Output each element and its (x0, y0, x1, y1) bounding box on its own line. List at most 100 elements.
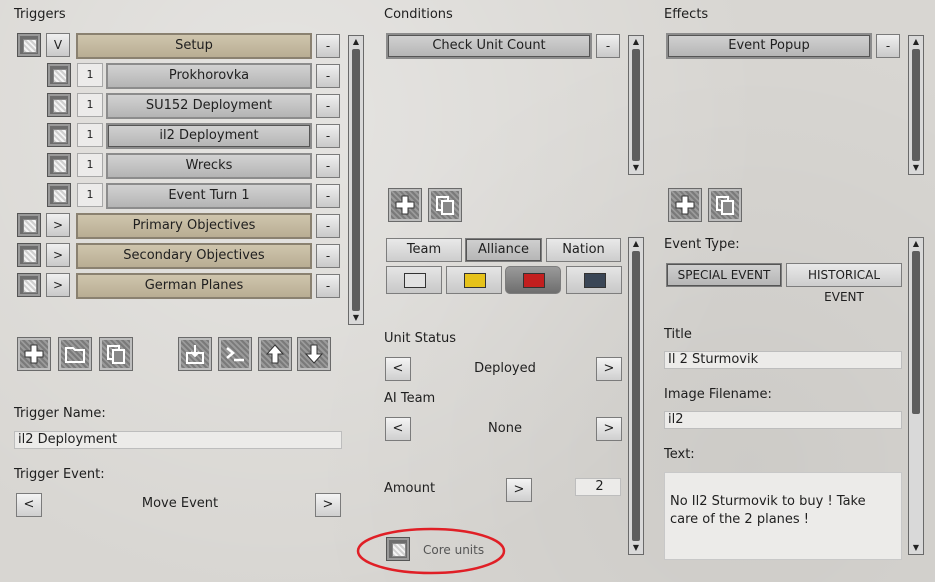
trigger-count: 1 (77, 123, 103, 147)
trigger-name-field[interactable]: il2 Deployment (14, 431, 342, 449)
trigger-group-item[interactable]: Setup (76, 33, 312, 59)
trigger-group-checkbox[interactable] (17, 273, 41, 297)
remove-trigger-button[interactable]: - (316, 64, 340, 88)
plus-icon (675, 195, 695, 215)
amount-increase-button[interactable]: > (506, 478, 532, 502)
scroll-down-arrow[interactable]: ▼ (629, 162, 643, 174)
event-type-special-button[interactable]: SPECIAL EVENT (666, 263, 782, 287)
ai-team-prev-button[interactable]: < (385, 417, 411, 441)
scroll-thumb[interactable] (632, 251, 640, 541)
trigger-item[interactable]: il2 Deployment (106, 123, 312, 149)
expand-group-button[interactable]: > (46, 243, 70, 267)
scroll-up-arrow[interactable]: ▲ (909, 36, 923, 48)
color-swatch (464, 273, 486, 288)
copy-condition-button[interactable] (428, 188, 462, 222)
unit-status-prev-button[interactable]: < (385, 357, 411, 381)
trigger-event-prev-button[interactable]: < (16, 493, 42, 517)
ai-team-next-button[interactable]: > (596, 417, 622, 441)
title-field[interactable]: Il 2 Sturmovik (664, 351, 902, 369)
event-type-historical-button[interactable]: HISTORICAL EVENT (786, 263, 902, 304)
trigger-checkbox[interactable] (47, 153, 71, 177)
text-area[interactable]: No Il2 Sturmovik to buy ! Take care of t… (664, 472, 902, 560)
copy-icon (436, 196, 454, 215)
add-effect-button[interactable] (668, 188, 702, 222)
scroll-thumb[interactable] (912, 251, 920, 414)
add-trigger-button[interactable] (17, 337, 51, 371)
amount-field[interactable]: 2 (575, 478, 621, 496)
title-label: Title (664, 327, 692, 342)
scroll-down-arrow[interactable]: ▼ (909, 542, 923, 554)
unit-status-next-button[interactable]: > (596, 357, 622, 381)
trigger-group-item[interactable]: Primary Objectives (76, 213, 312, 239)
import-button[interactable] (178, 337, 212, 371)
effects-params-scrollbar[interactable]: ▲ ▼ (908, 237, 924, 555)
trigger-group-item[interactable]: German Planes (76, 273, 312, 299)
trigger-checkbox[interactable] (47, 93, 71, 117)
effect-item[interactable]: Event Popup (666, 33, 872, 59)
effects-scrollbar[interactable]: ▲ ▼ (908, 35, 924, 175)
remove-trigger-button[interactable]: - (316, 184, 340, 208)
trigger-group-checkbox[interactable] (17, 213, 41, 237)
remove-effect-button[interactable]: - (876, 34, 900, 58)
trigger-item[interactable]: Wrecks (106, 153, 312, 179)
trigger-item[interactable]: Event Turn 1 (106, 183, 312, 209)
ai-team-label: AI Team (384, 391, 436, 406)
trigger-event-value: Move Event (141, 496, 219, 511)
remove-condition-button[interactable]: - (596, 34, 620, 58)
expand-group-button[interactable]: > (46, 213, 70, 237)
remove-trigger-button[interactable]: - (316, 244, 340, 268)
move-down-button[interactable] (297, 337, 331, 371)
move-up-button[interactable] (258, 337, 292, 371)
scroll-thumb[interactable] (912, 49, 920, 161)
color-swatch-button[interactable] (446, 266, 502, 294)
effects-heading: Effects (664, 7, 709, 22)
add-condition-button[interactable] (388, 188, 422, 222)
trigger-group-checkbox[interactable] (17, 33, 41, 57)
trigger-event-next-button[interactable]: > (315, 493, 341, 517)
scroll-up-arrow[interactable]: ▲ (629, 36, 643, 48)
color-swatch (523, 273, 545, 288)
trigger-checkbox[interactable] (47, 183, 71, 207)
tab-nation[interactable]: Nation (546, 238, 621, 262)
scroll-up-arrow[interactable]: ▲ (909, 238, 923, 250)
image-filename-label: Image Filename: (664, 387, 772, 402)
remove-trigger-button[interactable]: - (316, 154, 340, 178)
trigger-checkbox[interactable] (47, 63, 71, 87)
color-swatch-button[interactable] (505, 266, 561, 294)
remove-trigger-button[interactable]: - (316, 274, 340, 298)
color-swatch-button[interactable] (386, 266, 442, 294)
scroll-down-arrow[interactable]: ▼ (349, 312, 363, 324)
trigger-item[interactable]: SU152 Deployment (106, 93, 312, 119)
scroll-thumb[interactable] (632, 49, 640, 161)
remove-trigger-button[interactable]: - (316, 214, 340, 238)
highlight-ellipse (356, 527, 506, 575)
remove-trigger-button[interactable]: - (316, 124, 340, 148)
trigger-group-item[interactable]: Secondary Objectives (76, 243, 312, 269)
conditions-scrollbar[interactable]: ▲ ▼ (628, 35, 644, 175)
color-swatch (404, 273, 426, 288)
scroll-down-arrow[interactable]: ▼ (629, 542, 643, 554)
trigger-item[interactable]: Prokhorovka (106, 63, 312, 89)
scroll-up-arrow[interactable]: ▲ (629, 238, 643, 250)
scroll-thumb[interactable] (352, 49, 360, 311)
condition-item[interactable]: Check Unit Count (386, 33, 592, 59)
event-type-label: Event Type: (664, 237, 740, 252)
triggers-scrollbar[interactable]: ▲ ▼ (348, 35, 364, 325)
tab-team[interactable]: Team (386, 238, 462, 262)
remove-trigger-button[interactable]: - (316, 94, 340, 118)
remove-trigger-button[interactable]: - (316, 34, 340, 58)
trigger-checkbox[interactable] (47, 123, 71, 147)
conditions-params-scrollbar[interactable]: ▲ ▼ (628, 237, 644, 555)
scroll-down-arrow[interactable]: ▼ (909, 162, 923, 174)
expand-group-button[interactable]: > (46, 273, 70, 297)
scroll-up-arrow[interactable]: ▲ (349, 36, 363, 48)
tab-alliance[interactable]: Alliance (465, 238, 542, 262)
copy-trigger-button[interactable] (99, 337, 133, 371)
copy-effect-button[interactable] (708, 188, 742, 222)
add-folder-button[interactable] (58, 337, 92, 371)
trigger-group-checkbox[interactable] (17, 243, 41, 267)
collapse-group-button[interactable]: V (46, 33, 70, 57)
color-swatch-button[interactable] (566, 266, 622, 294)
console-button[interactable] (218, 337, 252, 371)
image-filename-field[interactable]: il2 (664, 411, 902, 429)
